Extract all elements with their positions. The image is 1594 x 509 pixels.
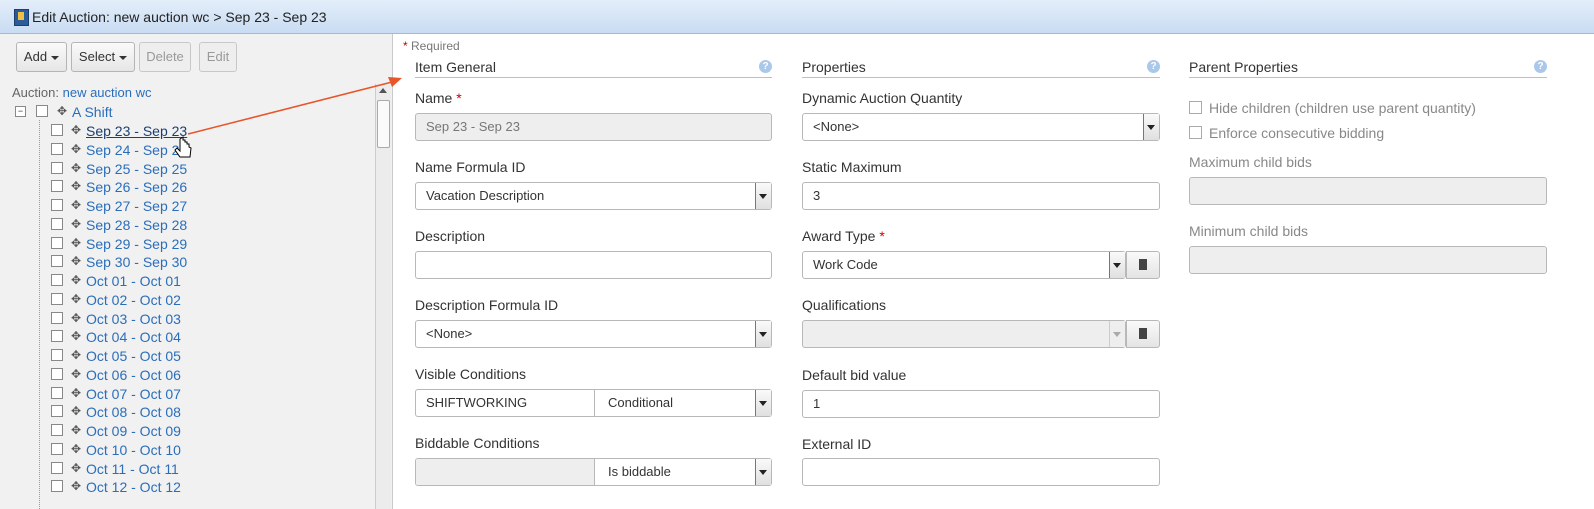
annotation-overlay — [174, 77, 402, 158]
hand-cursor-icon — [174, 136, 192, 158]
annotation-arrow — [187, 81, 393, 135]
arrow-head-icon — [388, 77, 402, 87]
